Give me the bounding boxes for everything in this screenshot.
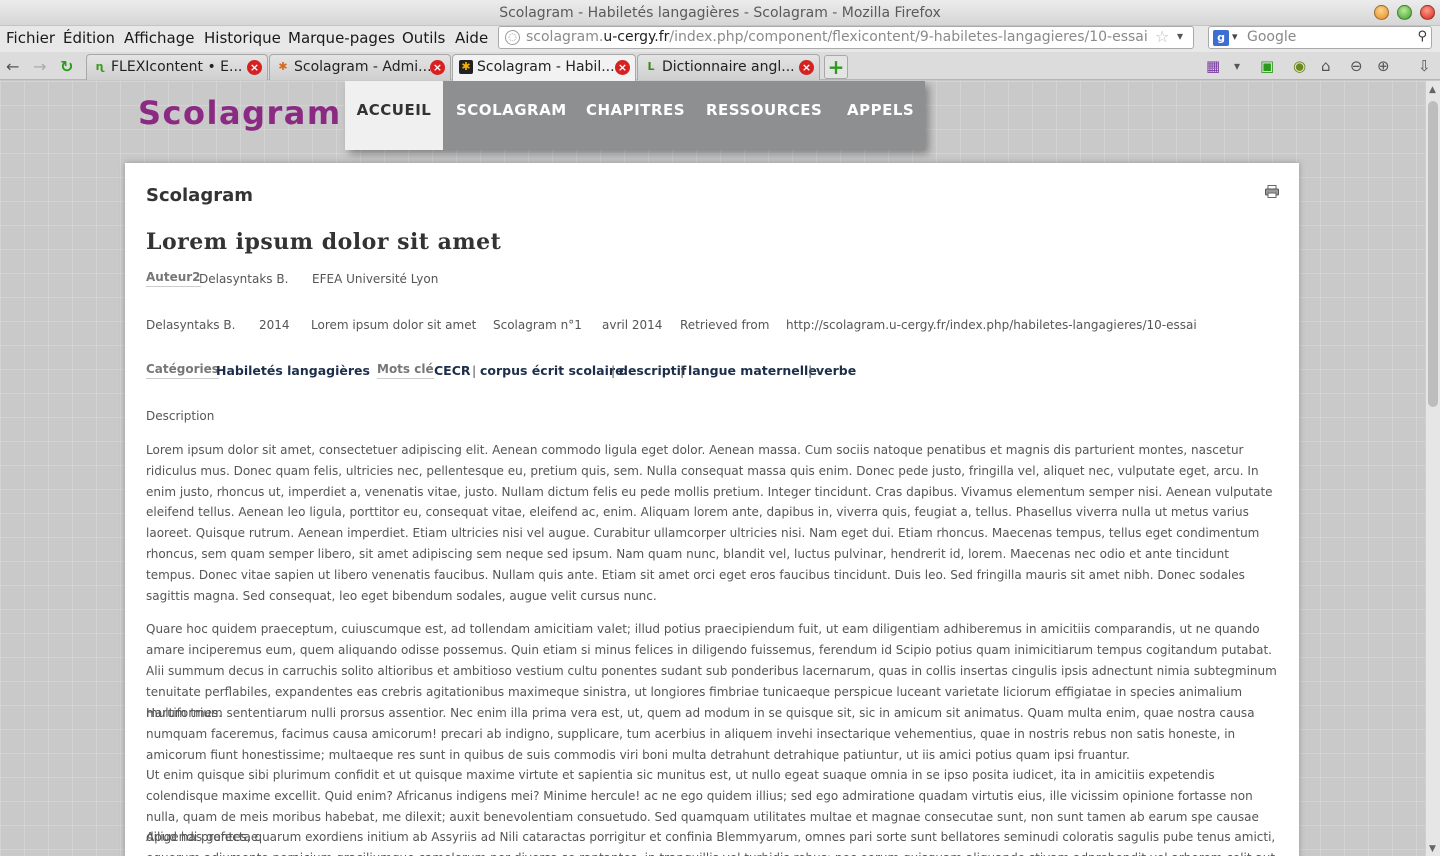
minimize-button[interactable] xyxy=(1374,5,1389,20)
joomla-favicon-icon: ✱ xyxy=(459,60,473,74)
url-prefix: scolagram. xyxy=(526,29,604,45)
close-tab-icon[interactable]: × xyxy=(799,60,814,75)
site-logo[interactable]: Scolagram xyxy=(138,94,342,132)
paragraph: Lorem ipsum dolor sit amet, consectetuer… xyxy=(146,443,1273,603)
url-bar[interactable]: ◌ scolagram.u-cergy.fr/index.php/compone… xyxy=(498,26,1194,49)
close-window-button[interactable] xyxy=(1420,5,1435,20)
categories-label: Catégories xyxy=(146,362,219,379)
search-bar[interactable]: g ▾ Google ⚲ xyxy=(1208,26,1432,49)
close-tab-icon[interactable]: × xyxy=(615,60,630,75)
section-title: Scolagram xyxy=(146,185,253,206)
zoom-out-icon[interactable]: ⊖ xyxy=(1350,57,1363,75)
scroll-down-icon[interactable]: ▼ xyxy=(1429,844,1436,854)
close-tab-icon[interactable]: × xyxy=(430,60,445,75)
nav-scolagram[interactable]: SCOLAGRAM xyxy=(456,81,567,150)
url-dropdown-icon[interactable]: ▾ xyxy=(1177,29,1183,43)
keyword-separator: | xyxy=(611,363,616,378)
engine-dropdown-icon[interactable]: ▾ xyxy=(1232,30,1238,43)
citation-author: Delasyntaks B. xyxy=(146,318,236,332)
tab-scolagram-habiletes[interactable]: ✱ Scolagram - Habil... × xyxy=(452,54,636,81)
google-engine-icon[interactable]: g xyxy=(1213,30,1229,46)
url-host: u-cergy.fr xyxy=(603,29,670,45)
category-link[interactable]: Habiletés langagières xyxy=(216,363,370,378)
close-tab-icon[interactable]: × xyxy=(247,60,262,75)
keyword-separator: | xyxy=(472,363,477,378)
citation-date: avril 2014 xyxy=(602,318,663,332)
menu-outils[interactable]: Outils xyxy=(402,29,445,47)
scrollbar-thumb[interactable] xyxy=(1428,101,1438,407)
citation-year: 2014 xyxy=(259,318,290,332)
paragraph: Quare hoc quidem praeceptum, cuiuscumque… xyxy=(146,622,1272,657)
nav-appels[interactable]: APPELS xyxy=(847,81,914,150)
keyword-link-verbe[interactable]: verbe xyxy=(816,363,856,378)
paragraph: Harum trium sententiarum nulli prorsus a… xyxy=(146,706,1255,762)
window-titlebar: Scolagram - Habiletés langagières - Scol… xyxy=(0,0,1440,26)
author-affiliation: EFEA Université Lyon xyxy=(312,272,439,286)
keyword-separator: | xyxy=(808,363,813,378)
keyword-link-corpus[interactable]: corpus écrit scolaire xyxy=(480,363,624,378)
keyword-link-descriptif[interactable]: descriptif xyxy=(619,363,686,378)
tab-label: Scolagram - Habil... xyxy=(477,59,615,75)
citation-title: Lorem ipsum dolor sit amet xyxy=(311,318,477,332)
addon-circle-icon[interactable]: ◉ xyxy=(1293,57,1306,75)
main-navigation: ACCUEIL SCOLAGRAM CHAPITRES RESSOURCES A… xyxy=(345,81,925,150)
print-icon[interactable] xyxy=(1265,185,1279,198)
citation-retrieved: Retrieved from xyxy=(680,318,770,332)
back-icon[interactable]: ← xyxy=(6,57,19,76)
paragraph: Apud has gentes, quarum exordiens initiu… xyxy=(146,830,1276,856)
nav-accueil[interactable]: ACCUEIL xyxy=(345,81,443,150)
tab-label: FLEXIcontent • E... xyxy=(111,59,243,75)
menu-marque-pages[interactable]: Marque-pages xyxy=(288,29,395,47)
nav-ressources[interactable]: RESSOURCES xyxy=(706,81,822,150)
citation-url: http://scolagram.u-cergy.fr/index.php/ha… xyxy=(786,318,1197,332)
page-viewport: Scolagram ACCUEIL SCOLAGRAM CHAPITRES RE… xyxy=(0,81,1425,856)
menu-historique[interactable]: Historique xyxy=(204,29,281,47)
url-path: /index.php/component/flexicontent/9-habi… xyxy=(669,29,1148,45)
forward-icon[interactable]: → xyxy=(33,57,46,76)
menu-edition[interactable]: Édition xyxy=(63,29,115,47)
addon-icon[interactable]: ▣ xyxy=(1260,57,1274,75)
tab-label: Scolagram - Admi... xyxy=(294,59,432,75)
home-icon[interactable]: ⌂ xyxy=(1321,57,1331,75)
reload-icon[interactable]: ↻ xyxy=(60,57,73,76)
apps-grid-icon[interactable]: ▦ xyxy=(1206,57,1220,75)
tab-scolagram-admin[interactable]: ✱ Scolagram - Admi... × xyxy=(269,54,451,80)
citation-journal: Scolagram n°1 xyxy=(493,318,582,332)
dictionary-favicon-icon: L xyxy=(647,60,655,73)
menu-aide[interactable]: Aide xyxy=(455,29,488,47)
author-name: Delasyntaks B. xyxy=(199,272,289,286)
binoculars-icon[interactable]: ⚲ xyxy=(1417,29,1427,44)
tab-bar: ← → ↻ ɳ FLEXIcontent • E... × ✱ Scolagra… xyxy=(0,52,1440,81)
description-label: Description xyxy=(146,409,215,423)
article-card: Scolagram Lorem ipsum dolor sit amet Aut… xyxy=(125,163,1299,856)
keyword-separator: | xyxy=(680,363,685,378)
tab-label: Dictionnaire angl... xyxy=(662,59,795,75)
zoom-in-icon[interactable]: ⊕ xyxy=(1377,57,1390,75)
scroll-up-icon[interactable]: ▲ xyxy=(1429,85,1436,95)
keywords-label: Mots clé xyxy=(377,362,434,379)
flexicontent-favicon-icon: ɳ xyxy=(95,60,105,73)
url-text[interactable]: scolagram.u-cergy.fr/index.php/component… xyxy=(526,29,1151,45)
keyword-link-cecr[interactable]: CECR xyxy=(434,363,471,378)
nav-chapitres[interactable]: CHAPITRES xyxy=(586,81,685,150)
tab-flexicontent[interactable]: ɳ FLEXIcontent • E... × xyxy=(86,54,268,80)
download-icon[interactable]: ⇩ xyxy=(1418,57,1431,75)
grid-dropdown-icon[interactable]: ▾ xyxy=(1234,59,1240,73)
tab-dictionnaire[interactable]: L Dictionnaire angl... × xyxy=(637,54,820,80)
joomla-favicon-icon: ✱ xyxy=(278,60,288,73)
menu-affichage[interactable]: Affichage xyxy=(124,29,194,47)
window-title: Scolagram - Habiletés langagières - Scol… xyxy=(499,5,941,21)
maximize-button[interactable] xyxy=(1397,5,1412,20)
new-tab-button[interactable]: + xyxy=(824,55,848,79)
menu-fichier[interactable]: Fichier xyxy=(6,29,55,47)
author-label: Auteur2 xyxy=(146,270,201,287)
globe-icon: ◌ xyxy=(505,30,520,45)
bookmark-star-icon[interactable]: ☆ xyxy=(1155,27,1169,46)
page-scrollbar[interactable]: ▲ ▼ xyxy=(1425,81,1440,856)
keyword-link-langue-maternelle[interactable]: langue maternelle xyxy=(688,363,817,378)
search-placeholder: Google xyxy=(1247,29,1297,45)
article-title: Lorem ipsum dolor sit amet xyxy=(146,229,502,255)
